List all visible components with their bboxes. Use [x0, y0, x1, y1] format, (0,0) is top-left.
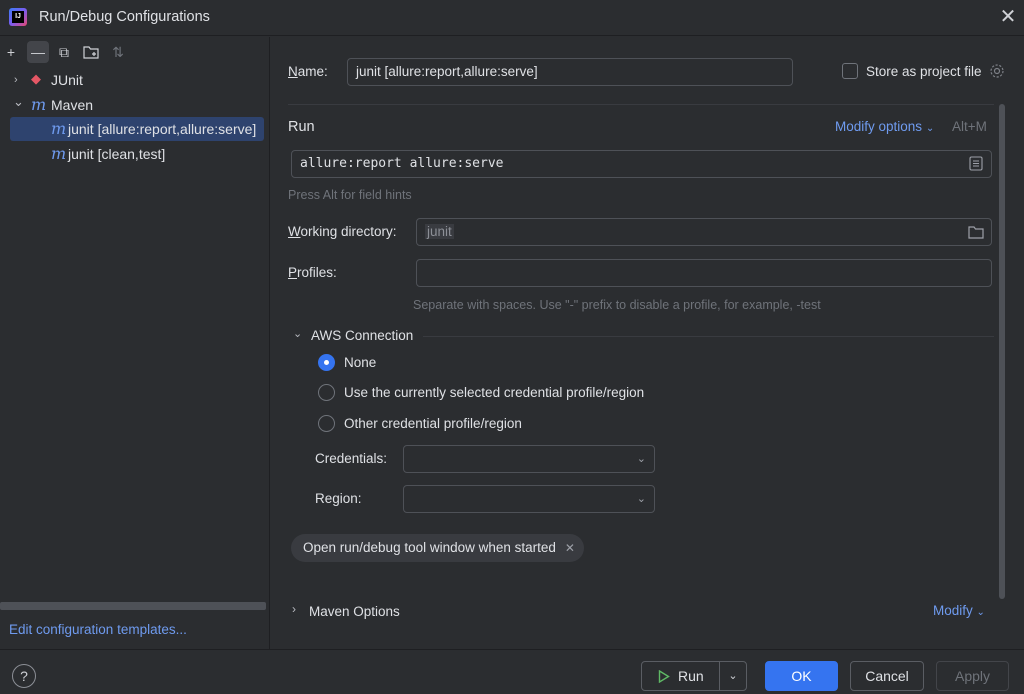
open-tool-window-chip[interactable]: Open run/debug tool window when started … [291, 534, 584, 562]
store-as-project-file-checkbox[interactable] [842, 63, 858, 79]
edit-configuration-templates-link[interactable]: Edit configuration templates... [9, 622, 187, 637]
dialog-button-bar: ? Run ⌄ OK Cancel Apply [0, 649, 1024, 694]
chevron-right-icon[interactable]: › [292, 602, 296, 616]
profiles-field[interactable] [416, 259, 992, 287]
profiles-label: Profiles: [288, 265, 337, 280]
profiles-hint: Separate with spaces. Use "-" prefix to … [413, 298, 821, 312]
maven-icon: m [31, 95, 47, 114]
tree-node-junit[interactable]: › ◆ JUnit [0, 68, 270, 92]
run-button[interactable]: Run ⌄ [641, 661, 747, 691]
run-command-field[interactable]: allure:report allure:serve [291, 150, 992, 178]
apply-button[interactable]: Apply [936, 661, 1009, 691]
window-title: Run/Debug Configurations [39, 9, 210, 25]
play-icon [658, 670, 670, 683]
chevron-down-icon[interactable]: ⌄ [13, 90, 24, 114]
remove-configuration-icon[interactable]: — [27, 41, 49, 63]
sort-configurations-icon[interactable]: ⇅ [107, 41, 129, 63]
copy-configuration-icon[interactable]: ⧉ [53, 41, 75, 63]
modify-options-shortcut: Alt+M [952, 119, 987, 134]
field-hints-text: Press Alt for field hints [288, 188, 412, 202]
chevron-down-icon: ⌄ [636, 493, 646, 505]
name-field[interactable]: junit [allure:report,allure:serve] [347, 58, 793, 86]
run-heading: Run [288, 119, 315, 135]
radio-current-profile[interactable] [318, 384, 335, 401]
horizontal-scrollbar[interactable] [0, 602, 266, 610]
radio-other-profile-label: Other credential profile/region [344, 416, 522, 431]
chevron-right-icon[interactable]: › [14, 68, 18, 92]
divider [423, 336, 994, 337]
region-dropdown[interactable]: ⌄ [403, 485, 655, 513]
tree-label-junit-allure: junit [allure:report,allure:serve] [68, 121, 257, 137]
working-directory-value: junit [425, 224, 454, 239]
close-icon[interactable]: ✕ [565, 534, 575, 562]
working-directory-label: Working directory: [288, 224, 397, 239]
title-bar: IJ Run/Debug Configurations ✕ [0, 0, 1024, 36]
working-directory-field[interactable]: junit [416, 218, 992, 246]
chevron-down-icon[interactable]: ⌄ [720, 662, 746, 690]
tree-label-junit: JUnit [51, 72, 83, 88]
maven-icon: m [51, 144, 67, 163]
tree-item-junit-allure[interactable]: m junit [allure:report,allure:serve] [10, 117, 264, 141]
intellij-app-icon: IJ [9, 8, 27, 26]
folder-icon[interactable] [968, 225, 984, 242]
cancel-button[interactable]: Cancel [850, 661, 924, 691]
radio-none-label: None [344, 355, 377, 370]
maven-options-modify-link[interactable]: Modify ⌄ [933, 603, 985, 618]
close-window-button[interactable]: ✕ [996, 6, 1020, 30]
configurations-tree-panel: + — ⧉ ⇅ › ◆ JUnit ⌄ m Maven m junit [all… [0, 37, 270, 649]
chevron-down-icon: ⌄ [636, 453, 646, 465]
junit-icon: ◆ [31, 72, 41, 87]
run-button-main[interactable]: Run [642, 662, 719, 690]
tree-label-junit-clean: junit [clean,test] [68, 146, 166, 162]
expand-field-icon[interactable] [969, 156, 983, 174]
configuration-settings-panel: Name: junit [allure:report,allure:serve]… [271, 37, 1024, 649]
run-command-value: allure:report allure:serve [300, 156, 504, 171]
tree-label-maven: Maven [51, 97, 94, 113]
new-folder-icon[interactable] [80, 41, 102, 63]
store-as-project-file-label: Store as project file [866, 64, 982, 79]
tree-item-junit-clean[interactable]: m junit [clean,test] [0, 142, 270, 166]
tree-node-maven[interactable]: ⌄ m Maven [0, 93, 270, 117]
aws-connection-heading[interactable]: AWS Connection [311, 328, 413, 343]
ok-button[interactable]: OK [765, 661, 838, 691]
vertical-scrollbar[interactable] [999, 104, 1005, 599]
divider [288, 104, 994, 105]
radio-current-profile-label: Use the currently selected credential pr… [344, 385, 645, 400]
maven-icon: m [51, 119, 67, 138]
help-button[interactable]: ? [12, 664, 36, 688]
chip-label: Open run/debug tool window when started [303, 540, 556, 555]
chevron-down-icon[interactable]: ⌄ [293, 327, 302, 340]
radio-other-profile[interactable] [318, 415, 335, 432]
maven-options-heading[interactable]: Maven Options [309, 604, 400, 619]
name-label: Name: [288, 64, 328, 79]
modify-options-link[interactable]: Modify options ⌄ [835, 119, 934, 134]
gear-icon[interactable] [989, 63, 1005, 82]
add-configuration-icon[interactable]: + [0, 41, 22, 63]
credentials-label: Credentials: [315, 451, 388, 466]
radio-none[interactable] [318, 354, 335, 371]
credentials-dropdown[interactable]: ⌄ [403, 445, 655, 473]
region-label: Region: [315, 491, 362, 506]
